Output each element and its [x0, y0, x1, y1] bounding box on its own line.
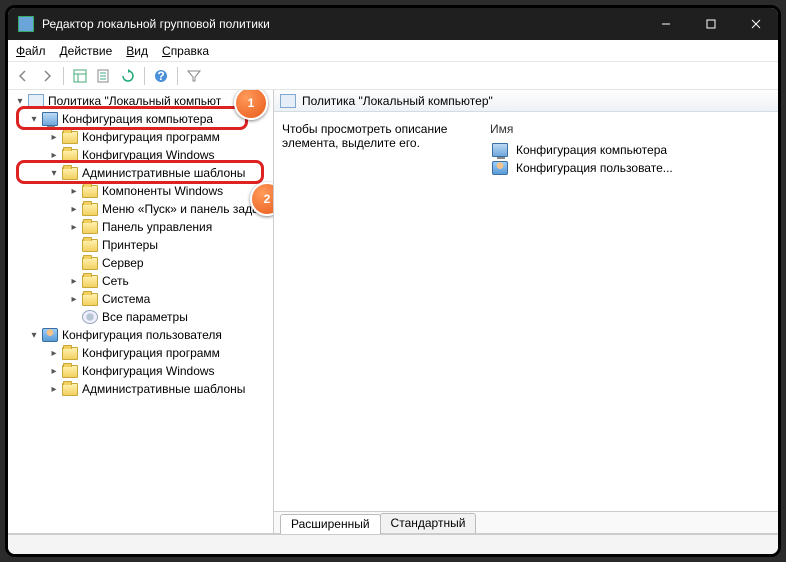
tree-label: Сервер — [102, 256, 144, 270]
description-hint: Чтобы просмотреть описание элемента, выд… — [282, 122, 447, 150]
computer-icon — [492, 143, 508, 157]
settings-icon — [82, 310, 98, 324]
tree-user-config[interactable]: ▾Конфигурация пользователя — [8, 326, 273, 344]
menu-help[interactable]: Справка — [162, 44, 209, 58]
menubar: Файл Действие Вид Справка — [8, 40, 778, 62]
tree-item[interactable]: ▸Сеть — [8, 272, 273, 290]
window-controls — [643, 8, 778, 40]
folder-icon — [62, 149, 78, 162]
tree-item[interactable]: Сервер — [8, 254, 273, 272]
menu-action[interactable]: Действие — [60, 44, 113, 58]
tab-extended[interactable]: Расширенный — [280, 514, 381, 534]
tree-item[interactable]: ▸Панель управления — [8, 218, 273, 236]
list-item[interactable]: Конфигурация пользовате... — [490, 159, 770, 177]
tree-label: Административные шаблоны — [82, 166, 245, 180]
toolbar: ? — [8, 62, 778, 90]
refresh-button[interactable] — [117, 65, 139, 87]
menu-view[interactable]: Вид — [126, 44, 148, 58]
forward-button[interactable] — [36, 65, 58, 87]
tree-label: Конфигурация программ — [82, 346, 220, 360]
show-hide-tree-button[interactable] — [69, 65, 91, 87]
policy-icon — [28, 94, 44, 108]
badge-text: 2 — [264, 192, 271, 206]
titlebar: Редактор локальной групповой политики — [8, 8, 778, 40]
tree-label: Система — [102, 292, 150, 306]
tree-label: Панель управления — [102, 220, 212, 234]
user-icon — [42, 328, 58, 342]
tree-pane[interactable]: ▾Политика "Локальный компьют ▾Конфигурац… — [8, 90, 274, 533]
tree-item[interactable]: ▸Административные шаблоны — [8, 380, 273, 398]
tree-label: Принтеры — [102, 238, 158, 252]
back-button[interactable] — [12, 65, 34, 87]
tree-label: Конфигурация Windows — [82, 364, 215, 378]
description-panel: Чтобы просмотреть описание элемента, выд… — [282, 122, 472, 511]
help-button[interactable]: ? — [150, 65, 172, 87]
svg-text:?: ? — [157, 69, 164, 83]
tree-label: Сеть — [102, 274, 129, 288]
folder-icon — [62, 347, 78, 360]
badge-text: 1 — [248, 96, 255, 110]
filter-button[interactable] — [183, 65, 205, 87]
list-item-label: Конфигурация пользовате... — [516, 161, 673, 175]
tree-label: Компоненты Windows — [102, 184, 223, 198]
list-item-label: Конфигурация компьютера — [516, 143, 667, 157]
tree-item[interactable]: ▸Система — [8, 290, 273, 308]
tree-item[interactable]: Принтеры — [8, 236, 273, 254]
tree-computer-config[interactable]: ▾Конфигурация компьютера — [8, 110, 273, 128]
items-list: Имя Конфигурация компьютера Конфигурация… — [490, 122, 770, 511]
tree-label: Конфигурация пользователя — [62, 328, 222, 342]
tree-label: Конфигурация Windows — [82, 148, 215, 162]
list-item[interactable]: Конфигурация компьютера — [490, 141, 770, 159]
maximize-button[interactable] — [688, 8, 733, 40]
tree-label: Все параметры — [102, 310, 188, 324]
close-button[interactable] — [733, 8, 778, 40]
window-title: Редактор локальной групповой политики — [42, 17, 270, 31]
folder-icon — [82, 239, 98, 252]
minimize-button[interactable] — [643, 8, 688, 40]
folder-icon — [82, 185, 98, 198]
folder-icon — [82, 257, 98, 270]
folder-icon — [82, 221, 98, 234]
tree-label: Конфигурация компьютера — [62, 112, 213, 126]
status-bar — [8, 534, 778, 554]
detail-header: Политика "Локальный компьютер" — [274, 90, 778, 112]
tree-item[interactable]: ▸Конфигурация Windows — [8, 146, 273, 164]
tree-item[interactable]: ▸Компоненты Windows — [8, 182, 273, 200]
tree-item[interactable]: ▸Конфигурация программ — [8, 344, 273, 362]
detail-heading-text: Политика "Локальный компьютер" — [302, 94, 493, 108]
folder-icon — [82, 293, 98, 306]
folder-icon — [82, 203, 98, 216]
tree-label: Меню «Пуск» и панель зада — [102, 202, 259, 216]
tree-item[interactable]: Все параметры — [8, 308, 273, 326]
column-header-name[interactable]: Имя — [490, 122, 770, 137]
detail-pane: Политика "Локальный компьютер" Чтобы про… — [274, 90, 778, 533]
tree-item[interactable]: ▸Конфигурация Windows — [8, 362, 273, 380]
tree-label: Конфигурация программ — [82, 130, 220, 144]
tree-item[interactable]: ▸Конфигурация программ — [8, 128, 273, 146]
tree-admin-templates[interactable]: ▾Административные шаблоны — [8, 164, 273, 182]
tree-item[interactable]: ▸Меню «Пуск» и панель зада — [8, 200, 273, 218]
folder-icon — [62, 167, 78, 180]
tree-root-label: Политика "Локальный компьют — [48, 94, 221, 108]
main-area: ▾Политика "Локальный компьют ▾Конфигурац… — [8, 90, 778, 534]
folder-icon — [62, 131, 78, 144]
policy-icon — [280, 94, 296, 108]
properties-button[interactable] — [93, 65, 115, 87]
folder-icon — [82, 275, 98, 288]
computer-icon — [42, 112, 58, 126]
menu-file[interactable]: Файл — [16, 44, 46, 58]
folder-icon — [62, 383, 78, 396]
app-icon — [18, 16, 34, 32]
user-icon — [492, 161, 508, 175]
tab-standard[interactable]: Стандартный — [380, 513, 477, 533]
folder-icon — [62, 365, 78, 378]
detail-tabs: Расширенный Стандартный — [274, 511, 778, 533]
tree-label: Административные шаблоны — [82, 382, 245, 396]
